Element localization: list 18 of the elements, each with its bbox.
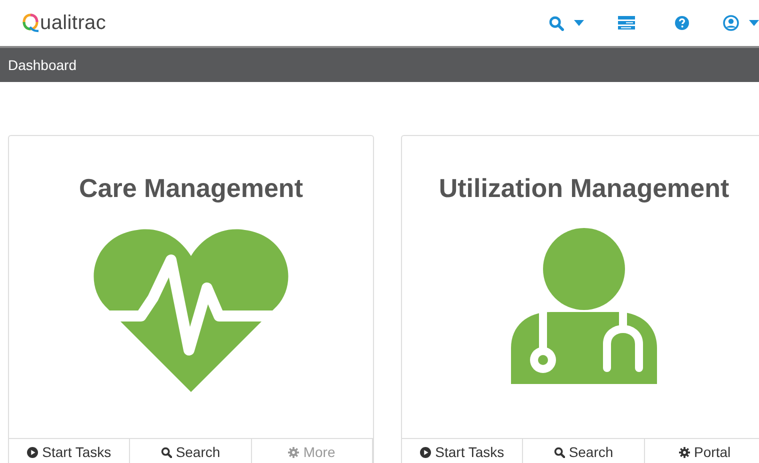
logo-text: ualitrac [40, 11, 106, 36]
doctor-icon [511, 228, 657, 384]
breadcrumb-label: Dashboard [8, 56, 76, 74]
gear-icon [288, 446, 300, 458]
logo-icon [22, 13, 39, 33]
play-icon [420, 446, 432, 458]
gear-icon [679, 446, 690, 458]
search-icon [160, 446, 172, 458]
caret-icon [749, 20, 759, 26]
card-title: Utilization Management [438, 172, 730, 205]
search-menu-button[interactable] [549, 16, 584, 30]
help-icon[interactable] [675, 15, 689, 31]
user-menu-button[interactable] [723, 15, 759, 31]
play-icon [27, 446, 38, 458]
card-title: Care Management [78, 172, 304, 205]
search-icon [554, 446, 565, 458]
caret-icon [574, 20, 584, 26]
list-icon[interactable] [618, 15, 635, 31]
